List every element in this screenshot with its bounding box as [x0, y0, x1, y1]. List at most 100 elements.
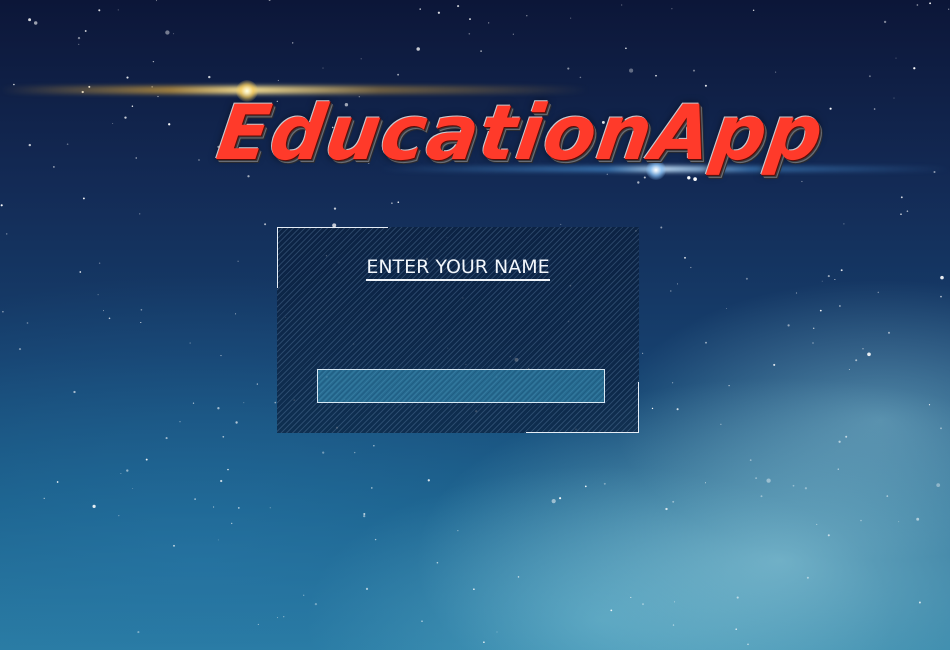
star — [155, 0, 157, 2]
star — [0, 204, 3, 207]
star — [755, 477, 758, 480]
star — [277, 617, 278, 619]
star — [792, 484, 795, 487]
star — [795, 292, 798, 294]
star — [728, 384, 730, 387]
star — [213, 506, 215, 508]
star — [152, 60, 155, 63]
star — [217, 407, 220, 410]
star — [97, 294, 99, 296]
star — [124, 116, 127, 119]
star — [135, 157, 137, 159]
star — [208, 75, 211, 79]
star — [168, 123, 171, 126]
star — [436, 561, 439, 564]
star — [806, 576, 809, 579]
name-input[interactable] — [317, 369, 605, 403]
star — [98, 9, 101, 12]
star — [274, 401, 277, 404]
star — [886, 495, 889, 497]
star — [816, 523, 818, 525]
star — [829, 107, 832, 110]
star — [269, 507, 271, 509]
star — [360, 58, 362, 60]
star — [26, 322, 29, 324]
star — [131, 105, 134, 107]
star — [363, 514, 366, 518]
star — [103, 310, 105, 312]
star — [838, 440, 841, 443]
star — [671, 8, 673, 10]
star — [140, 308, 143, 311]
panel-title: ENTER YOUR NAME — [277, 256, 639, 281]
star — [862, 348, 864, 350]
star — [419, 8, 421, 10]
star — [625, 47, 627, 50]
star — [705, 341, 707, 344]
star — [194, 498, 196, 500]
star — [84, 30, 87, 32]
star — [642, 603, 644, 606]
star — [720, 423, 722, 425]
star — [2, 310, 4, 313]
star — [895, 57, 897, 59]
star — [292, 42, 294, 44]
star — [567, 67, 570, 70]
star — [749, 459, 752, 461]
star — [243, 402, 245, 404]
star — [704, 482, 707, 484]
star — [374, 538, 377, 541]
star — [676, 408, 679, 411]
star — [66, 143, 69, 146]
star — [840, 269, 843, 272]
star — [868, 75, 871, 78]
star — [198, 159, 200, 161]
star — [132, 488, 134, 490]
star — [670, 290, 672, 292]
star — [322, 451, 325, 454]
star — [235, 313, 237, 315]
star — [237, 260, 239, 262]
star — [235, 421, 238, 424]
star — [812, 342, 814, 344]
star — [584, 485, 587, 488]
star — [421, 620, 423, 622]
star — [900, 196, 903, 199]
star — [913, 67, 916, 70]
star — [373, 445, 375, 447]
star — [821, 280, 823, 282]
star — [752, 9, 755, 12]
star — [227, 468, 229, 471]
star — [603, 482, 606, 485]
star — [736, 596, 739, 599]
star — [237, 507, 240, 509]
star — [457, 530, 459, 532]
star — [819, 309, 822, 312]
star — [610, 609, 613, 612]
star — [256, 383, 258, 385]
star — [860, 519, 862, 522]
star — [775, 71, 777, 73]
star — [948, 8, 950, 10]
star — [437, 11, 441, 14]
star — [929, 2, 932, 5]
star — [314, 602, 318, 606]
star — [642, 352, 644, 354]
star — [671, 382, 674, 384]
star — [217, 539, 219, 541]
star — [940, 427, 942, 430]
star — [877, 291, 880, 294]
star — [43, 497, 45, 499]
star — [457, 5, 460, 8]
star — [137, 631, 140, 634]
star — [916, 4, 919, 6]
star — [560, 223, 562, 225]
star — [726, 308, 727, 310]
star — [78, 43, 80, 46]
star — [165, 30, 170, 35]
star — [322, 67, 324, 69]
star — [936, 483, 941, 487]
star — [839, 305, 841, 307]
star — [570, 17, 572, 19]
star — [887, 331, 891, 334]
